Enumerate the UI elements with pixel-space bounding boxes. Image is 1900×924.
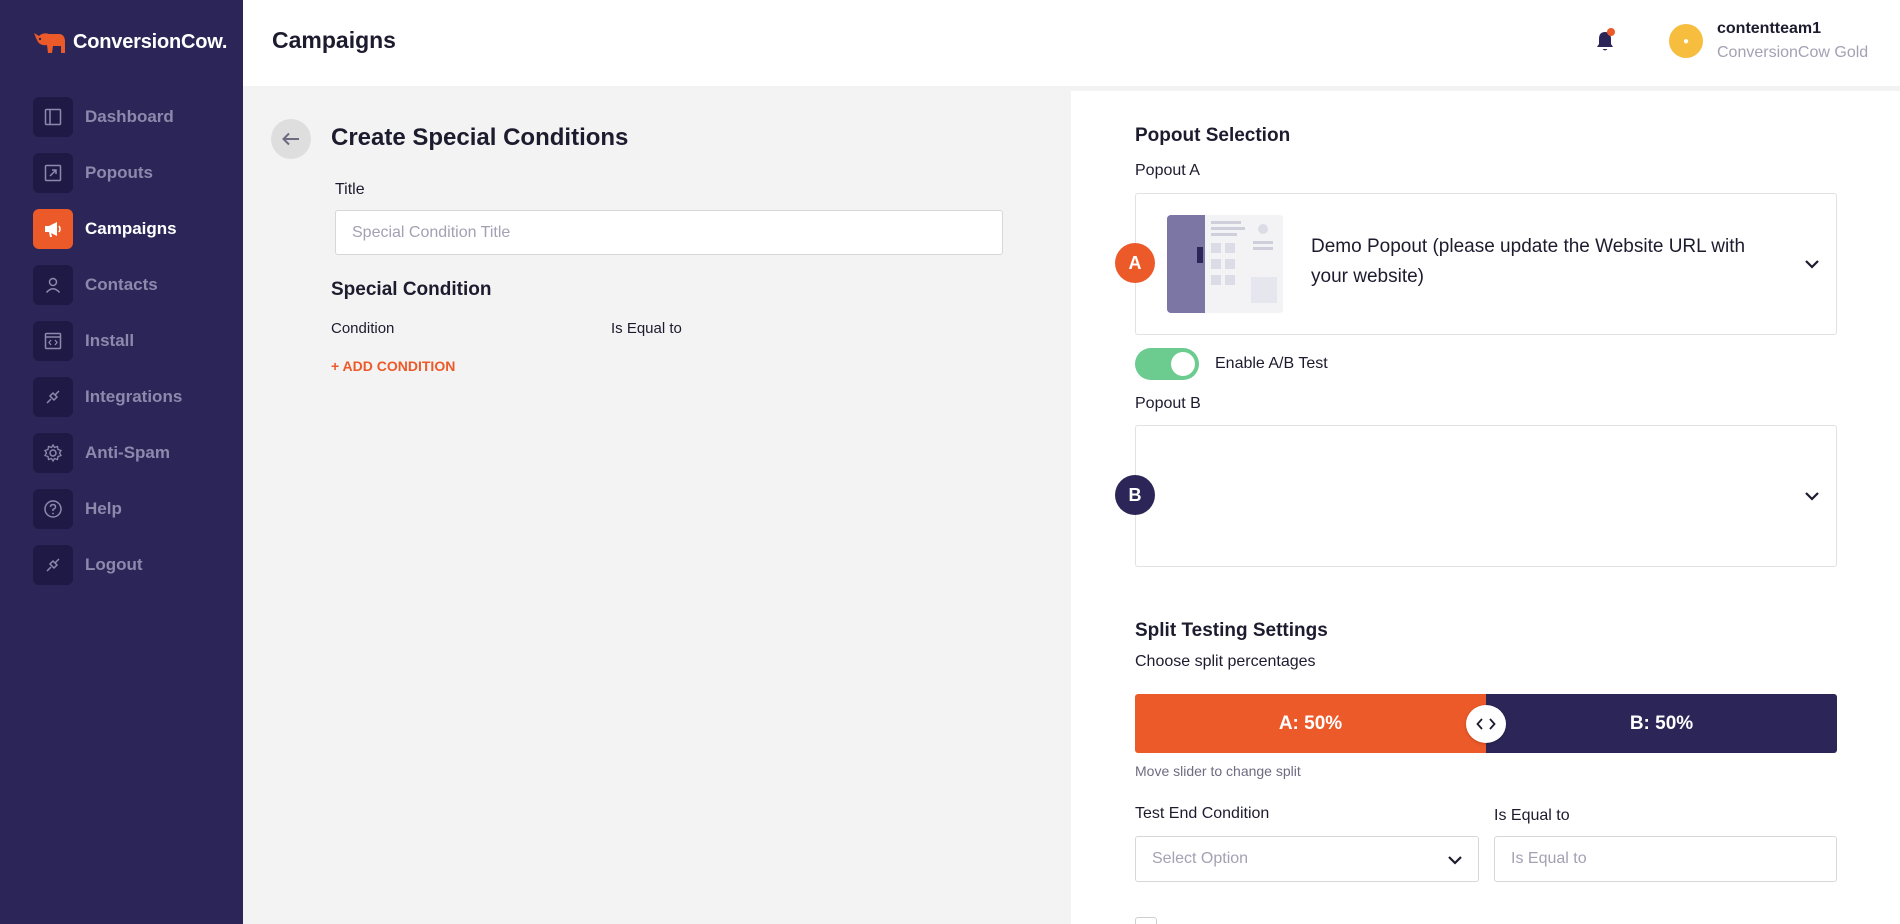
is-equal-input[interactable] <box>1494 836 1837 882</box>
chevron-down-icon[interactable] <box>1803 255 1821 273</box>
popout-a-thumbnail <box>1167 215 1283 313</box>
sidebar-item-label: Anti-Spam <box>85 443 170 462</box>
sidebar-item-label: Integrations <box>85 387 183 406</box>
popout-b-select[interactable] <box>1135 425 1837 567</box>
popout-a-label: Popout A <box>1135 162 1200 179</box>
ab-test-toggle[interactable] <box>1135 348 1199 380</box>
user-icon <box>33 265 73 305</box>
brand-logo[interactable]: ConversionCow. <box>33 28 227 56</box>
add-condition-button[interactable]: + ADD CONDITION <box>331 358 455 374</box>
title-input[interactable] <box>335 210 1003 255</box>
condition-column-label: Condition <box>331 320 395 337</box>
toggle-knob <box>1171 352 1195 376</box>
sidebar-item-popouts[interactable]: Popouts <box>33 153 233 193</box>
split-b-label: B: 50% <box>1629 712 1694 734</box>
popout-a-selected-value: Demo Popout (please update the Website U… <box>1311 236 1746 287</box>
brand-name: ConversionCow. <box>73 30 228 53</box>
avatar[interactable]: ● <box>1669 24 1703 58</box>
sidebar-item-dashboard[interactable]: Dashboard <box>33 97 233 137</box>
sidebar-item-label: Help <box>85 499 122 518</box>
split-testing-heading: Split Testing Settings <box>1135 620 1328 641</box>
split-hint: Move slider to change split <box>1135 763 1301 779</box>
drag-arrows-icon <box>1476 718 1496 730</box>
sidebar-item-label: Contacts <box>85 275 158 294</box>
sidebar-item-anti-spam[interactable]: Anti-Spam <box>33 433 233 473</box>
cow-logo-icon <box>34 33 65 53</box>
help-icon <box>33 489 73 529</box>
sidebar-item-label: Logout <box>85 555 143 574</box>
back-button[interactable] <box>271 119 311 159</box>
split-a-segment: A: 50% <box>1135 694 1486 753</box>
sidebar-item-logout[interactable]: Logout <box>33 545 233 585</box>
split-slider-handle[interactable] <box>1466 705 1506 743</box>
ab-test-toggle-label: Enable A/B Test <box>1215 355 1328 372</box>
split-b-segment: B: 50% <box>1486 694 1837 753</box>
megaphone-icon <box>33 209 73 249</box>
title-label: Title <box>335 181 365 198</box>
sidebar-item-label: Campaigns <box>85 219 177 238</box>
gear-icon <box>33 433 73 473</box>
sidebar-item-install[interactable]: Install <box>33 321 233 361</box>
user-name[interactable]: contentteam1 <box>1717 20 1821 38</box>
popout-selection-heading: Popout Selection <box>1135 125 1291 146</box>
sidebar-item-label: Popouts <box>85 163 153 182</box>
code-icon <box>33 321 73 361</box>
arrow-left-icon <box>282 132 299 146</box>
logout-icon <box>33 545 73 585</box>
is-equal-column-label: Is Equal to <box>611 320 682 337</box>
sidebar-item-label: Dashboard <box>85 107 174 126</box>
sidebar-item-contacts[interactable]: Contacts <box>33 265 233 305</box>
sidebar: ConversionCow. Dashboard Popouts Campaig… <box>0 0 243 924</box>
end-condition-select[interactable]: Select Option <box>1135 836 1479 882</box>
split-testing-subheading: Choose split percentages <box>1135 653 1316 670</box>
chevron-down-icon <box>1448 856 1462 865</box>
is-equal-label: Is Equal to <box>1494 807 1570 824</box>
end-condition-label: Test End Condition <box>1135 805 1270 822</box>
sidebar-item-campaigns[interactable]: Campaigns <box>33 209 233 249</box>
sidebar-item-help[interactable]: Help <box>33 489 233 529</box>
plug-icon <box>33 377 73 417</box>
sidebar-item-integrations[interactable]: Integrations <box>33 377 233 417</box>
chevron-down-icon[interactable] <box>1803 487 1821 505</box>
checkbox[interactable] <box>1135 917 1157 924</box>
page-title: Campaigns <box>272 27 396 53</box>
notification-dot <box>1607 28 1615 36</box>
user-plan: ConversionCow Gold <box>1717 44 1869 61</box>
form-title: Create Special Conditions <box>331 124 629 151</box>
split-a-label: A: 50% <box>1278 712 1343 734</box>
end-condition-placeholder: Select Option <box>1152 850 1249 867</box>
popout-b-label: Popout B <box>1135 395 1201 412</box>
popout-b-badge: B <box>1115 475 1155 515</box>
sidebar-item-label: Install <box>85 331 135 350</box>
popout-a-badge: A <box>1115 243 1155 283</box>
popouts-icon <box>33 153 73 193</box>
top-header: Campaigns ● contentteam1 ConversionCow G… <box>243 0 1900 86</box>
sidebar-nav: Dashboard Popouts Campaigns Contacts Ins… <box>33 97 233 601</box>
dashboard-icon <box>33 97 73 137</box>
special-condition-heading: Special Condition <box>331 279 492 300</box>
